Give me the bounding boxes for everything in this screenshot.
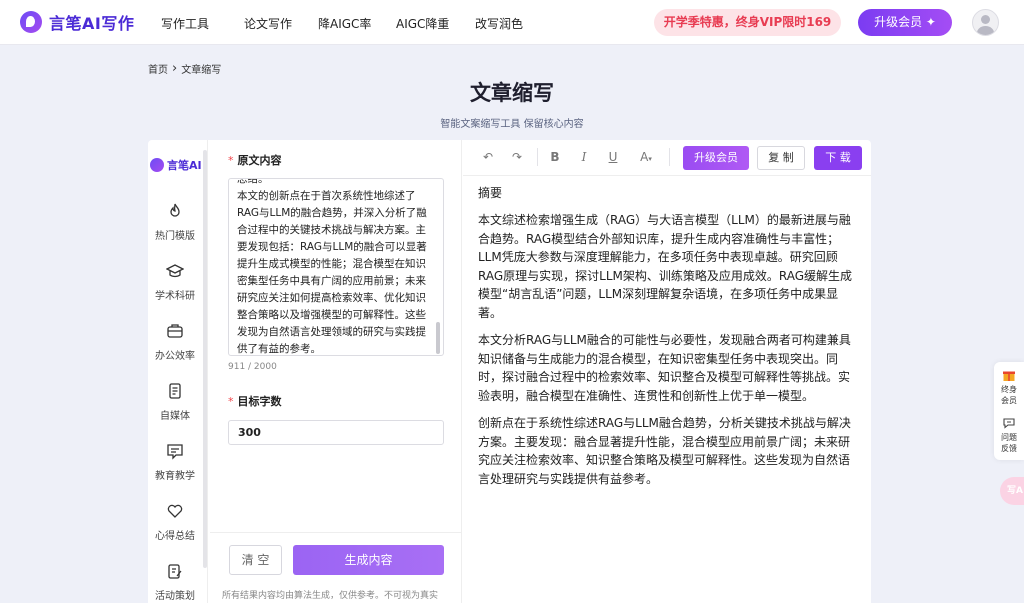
briefcase-icon: [167, 324, 183, 338]
output-panel: ↶ ↷ B I U A▾ 升级会员 复 制 下 载 摘要 本文综述检索增强生成（…: [463, 140, 871, 603]
brand-name: 言笔AI写作: [49, 14, 135, 33]
user-avatar[interactable]: [972, 9, 999, 36]
toolbar-separator: [669, 148, 670, 166]
lifetime-vip-label: 终身会员: [1001, 385, 1017, 405]
sidebar-item-label: 办公效率: [155, 351, 195, 362]
nav-writing-tools[interactable]: 写作工具: [161, 15, 209, 32]
sidebar-brand-name: 言笔AI: [167, 159, 202, 172]
sidebar-item-label: 热门模版: [155, 231, 195, 242]
sidebar-item-label: 教育教学: [155, 471, 195, 482]
upgrade-vip-button[interactable]: 升级会员 ✦: [858, 9, 952, 36]
generated-output[interactable]: 摘要 本文综述检索增强生成（RAG）与大语言模型（LLM）的最新进展与融合趋势。…: [478, 184, 858, 497]
promo-banner[interactable]: 开学季特惠，终身VIP限时169: [654, 9, 841, 36]
clear-button[interactable]: 清 空: [229, 545, 282, 575]
toolbar-separator: [537, 148, 538, 166]
editor-toolbar: ↶ ↷ B I U A▾ 升级会员 复 制 下 载: [463, 140, 871, 176]
font-color-icon[interactable]: A▾: [635, 149, 657, 165]
sidebar-item-event-planning[interactable]: 活动策划: [148, 562, 202, 603]
source-content-label: * 原文内容: [228, 152, 282, 168]
brand-logo[interactable]: 言笔AI写作: [20, 10, 134, 34]
copy-button[interactable]: 复 制: [757, 146, 805, 170]
main-card: 言笔AI 热门模版 学术科研 办公效率 自媒体 教育教学 心得总结 活动策划 *…: [148, 140, 871, 603]
sidebar-item-hot-templates[interactable]: 热门模版: [148, 202, 202, 243]
target-word-count-input[interactable]: 300: [228, 420, 444, 445]
nav-aigc-dedup[interactable]: AIGC降重: [396, 15, 449, 32]
output-paragraph: 本文分析RAG与LLM融合的可能性与必要性，发现融合两者可构建兼具知识储备与生成…: [478, 333, 851, 403]
chat-board-icon: [167, 444, 183, 460]
document-icon: [169, 383, 181, 399]
page-title: 文章缩写: [470, 81, 554, 105]
top-navbar: 言笔AI写作 写作工具 论文写作 降AIGC率 AIGC降重 改写润色 开学季特…: [0, 0, 1024, 45]
lifetime-vip-widget[interactable]: 终身会员: [994, 368, 1024, 406]
sidebar-item-label: 学术科研: [155, 291, 195, 302]
output-paragraph: 本文综述检索增强生成（RAG）与大语言模型（LLM）的最新进展与融合趋势。RAG…: [478, 213, 853, 321]
logo-icon: [20, 11, 42, 33]
target-word-count-label: * 目标字数: [228, 393, 282, 409]
category-sidebar: 言笔AI 热门模版 学术科研 办公效率 自媒体 教育教学 心得总结 活动策划: [148, 140, 208, 603]
breadcrumb: 首页 › 文章缩写: [148, 60, 222, 77]
sidebar-item-summary[interactable]: 心得总结: [148, 502, 202, 543]
required-marker: *: [228, 395, 234, 408]
undo-icon[interactable]: ↶: [480, 149, 496, 165]
sidebar-item-label: 自媒体: [160, 411, 190, 422]
character-counter: 911 / 2000: [228, 362, 277, 372]
sidebar-item-label: 心得总结: [155, 531, 195, 542]
page-subtitle: 智能文案缩写工具 保留核心内容: [440, 119, 584, 130]
floating-service-panel: 终身会员 问题反馈: [994, 362, 1024, 460]
nav-reduce-aigc[interactable]: 降AIGC率: [318, 15, 371, 32]
graduation-cap-icon: [166, 264, 184, 278]
breadcrumb-current: 文章缩写: [181, 65, 222, 76]
generate-button[interactable]: 生成内容: [293, 545, 444, 575]
underline-icon[interactable]: U: [605, 149, 621, 165]
breadcrumb-home[interactable]: 首页: [148, 61, 168, 76]
feedback-widget[interactable]: 问题反馈: [994, 416, 1024, 454]
redo-icon[interactable]: ↷: [509, 149, 525, 165]
required-marker: *: [228, 154, 234, 167]
source-content-textarea[interactable]: 总结。 本文的创新点在于首次系统性地综述了RAG与LLM的融合趋势，并深入分析了…: [228, 178, 444, 356]
sidebar-item-office[interactable]: 办公效率: [148, 322, 202, 363]
output-heading: 摘要: [478, 186, 503, 200]
sidebar-item-label: 活动策划: [155, 591, 195, 602]
sidebar-item-education[interactable]: 教育教学: [148, 442, 202, 483]
disclaimer-text: 所有结果内容均由算法生成，仅供参考。不可视为真实: [222, 591, 439, 601]
toolbar-upgrade-button[interactable]: 升级会员: [683, 146, 749, 170]
source-content-text: 总结。 本文的创新点在于首次系统性地综述了RAG与LLM的融合趋势，并深入分析了…: [237, 178, 427, 355]
output-paragraph: 创新点在于系统性综述RAG与LLM融合趋势，分析关键技术挑战与解决方案。主要发现…: [478, 416, 851, 486]
nav-paper-writing[interactable]: 论文写作: [244, 15, 292, 32]
gift-icon: [1003, 371, 1015, 381]
chevron-right-icon: ›: [172, 60, 178, 76]
flame-icon: [170, 203, 180, 217]
sidebar-item-academic[interactable]: 学术科研: [148, 262, 202, 303]
input-panel: * 原文内容 总结。 本文的创新点在于首次系统性地综述了RAG与LLM的融合趋势，…: [210, 140, 462, 603]
feedback-label: 问题反馈: [1001, 433, 1017, 453]
italic-icon[interactable]: I: [576, 149, 592, 165]
feedback-icon: [1003, 418, 1015, 429]
ai-assistant-widget[interactable]: 写A: [1000, 477, 1024, 505]
sidebar-scrollbar[interactable]: [203, 150, 207, 568]
source-label-text: 原文内容: [237, 154, 282, 167]
heart-icon: [167, 504, 183, 518]
logo-icon: [150, 158, 164, 172]
textarea-scrollbar[interactable]: [436, 322, 440, 354]
sidebar-item-media[interactable]: 自媒体: [148, 382, 202, 423]
target-label-text: 目标字数: [237, 395, 282, 408]
clipboard-edit-icon: [168, 564, 182, 579]
bold-icon[interactable]: B: [547, 149, 563, 165]
divider: [210, 532, 462, 533]
download-button[interactable]: 下 载: [814, 146, 862, 170]
nav-rewrite-polish[interactable]: 改写润色: [475, 15, 523, 32]
sidebar-logo: 言笔AI: [150, 157, 202, 173]
